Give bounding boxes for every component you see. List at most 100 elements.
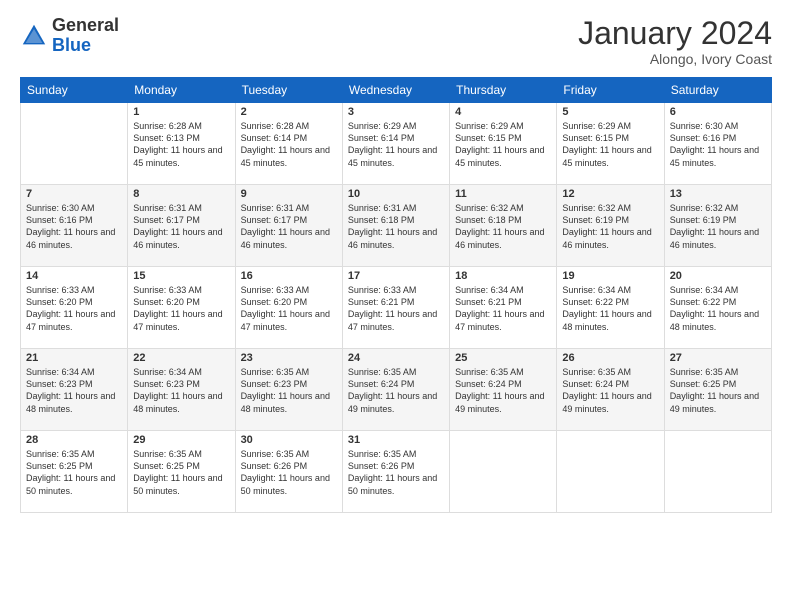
- calendar-week-1: 1 Sunrise: 6:28 AM Sunset: 6:13 PM Daylig…: [21, 103, 772, 185]
- cell-info: Sunrise: 6:34 AM Sunset: 6:22 PM Dayligh…: [670, 284, 766, 333]
- cell-info: Sunrise: 6:34 AM Sunset: 6:23 PM Dayligh…: [133, 366, 229, 415]
- day-number: 24: [348, 352, 444, 364]
- calendar-cell: 1 Sunrise: 6:28 AM Sunset: 6:13 PM Daylig…: [128, 103, 235, 185]
- calendar-cell: 14 Sunrise: 6:33 AM Sunset: 6:20 PM Dayli…: [21, 267, 128, 349]
- day-number: 28: [26, 434, 122, 446]
- day-number: 18: [455, 270, 551, 282]
- page-container: General Blue January 2024 Alongo, Ivory …: [0, 0, 792, 523]
- cell-info: Sunrise: 6:33 AM Sunset: 6:20 PM Dayligh…: [26, 284, 122, 333]
- day-number: 22: [133, 352, 229, 364]
- cell-info: Sunrise: 6:32 AM Sunset: 6:19 PM Dayligh…: [562, 202, 658, 251]
- calendar-cell: 7 Sunrise: 6:30 AM Sunset: 6:16 PM Daylig…: [21, 185, 128, 267]
- calendar-week-2: 7 Sunrise: 6:30 AM Sunset: 6:16 PM Daylig…: [21, 185, 772, 267]
- cell-info: Sunrise: 6:28 AM Sunset: 6:13 PM Dayligh…: [133, 120, 229, 169]
- cell-info: Sunrise: 6:33 AM Sunset: 6:21 PM Dayligh…: [348, 284, 444, 333]
- calendar-cell: 12 Sunrise: 6:32 AM Sunset: 6:19 PM Dayli…: [557, 185, 664, 267]
- cell-info: Sunrise: 6:35 AM Sunset: 6:25 PM Dayligh…: [670, 366, 766, 415]
- calendar-cell: 31 Sunrise: 6:35 AM Sunset: 6:26 PM Dayli…: [342, 431, 449, 513]
- calendar-cell: 29Sunrise: 6:35 AM Sunset: 6:25 PM Dayli…: [128, 431, 235, 513]
- calendar-cell: 26Sunrise: 6:35 AM Sunset: 6:24 PM Dayli…: [557, 349, 664, 431]
- day-number: 4: [455, 106, 551, 118]
- day-number: 26: [562, 352, 658, 364]
- calendar-week-4: 21 Sunrise: 6:34 AM Sunset: 6:23 PM Dayli…: [21, 349, 772, 431]
- cell-info: Sunrise: 6:32 AM Sunset: 6:18 PM Dayligh…: [455, 202, 551, 251]
- calendar-cell: 11 Sunrise: 6:32 AM Sunset: 6:18 PM Dayli…: [450, 185, 557, 267]
- calendar-cell: [664, 431, 771, 513]
- calendar-cell: [557, 431, 664, 513]
- cell-info: Sunrise: 6:34 AM Sunset: 6:21 PM Dayligh…: [455, 284, 551, 333]
- calendar-cell: 4 Sunrise: 6:29 AM Sunset: 6:15 PM Daylig…: [450, 103, 557, 185]
- day-number: 13: [670, 188, 766, 200]
- month-title: January 2024: [578, 16, 772, 51]
- calendar-cell: 27 Sunrise: 6:35 AM Sunset: 6:25 PM Dayli…: [664, 349, 771, 431]
- day-number: 27: [670, 352, 766, 364]
- calendar-table: Sunday Monday Tuesday Wednesday Thursday…: [20, 77, 772, 513]
- calendar-cell: 25Sunrise: 6:35 AM Sunset: 6:24 PM Dayli…: [450, 349, 557, 431]
- cell-info: Sunrise: 6:33 AM Sunset: 6:20 PM Dayligh…: [133, 284, 229, 333]
- cell-info: Sunrise: 6:32 AM Sunset: 6:19 PM Dayligh…: [670, 202, 766, 251]
- cell-info: Sunrise: 6:35 AM Sunset: 6:26 PM Dayligh…: [348, 448, 444, 497]
- cell-info: Sunrise: 6:31 AM Sunset: 6:17 PM Dayligh…: [241, 202, 337, 251]
- cell-info: Sunrise: 6:29 AM Sunset: 6:15 PM Dayligh…: [455, 120, 551, 169]
- day-number: 8: [133, 188, 229, 200]
- day-number: 12: [562, 188, 658, 200]
- day-number: 1: [133, 106, 229, 118]
- calendar-cell: 17Sunrise: 6:33 AM Sunset: 6:21 PM Dayli…: [342, 267, 449, 349]
- calendar-cell: 22 Sunrise: 6:34 AM Sunset: 6:23 PM Dayli…: [128, 349, 235, 431]
- day-number: 2: [241, 106, 337, 118]
- logo-blue: Blue: [52, 35, 91, 55]
- day-number: 15: [133, 270, 229, 282]
- header: General Blue January 2024 Alongo, Ivory …: [20, 16, 772, 67]
- col-sunday: Sunday: [21, 78, 128, 103]
- calendar-cell: 21 Sunrise: 6:34 AM Sunset: 6:23 PM Dayli…: [21, 349, 128, 431]
- col-friday: Friday: [557, 78, 664, 103]
- calendar-cell: 5Sunrise: 6:29 AM Sunset: 6:15 PM Daylig…: [557, 103, 664, 185]
- day-number: 20: [670, 270, 766, 282]
- cell-info: Sunrise: 6:31 AM Sunset: 6:18 PM Dayligh…: [348, 202, 444, 251]
- calendar-cell: 3Sunrise: 6:29 AM Sunset: 6:14 PM Daylig…: [342, 103, 449, 185]
- calendar-cell: 28 Sunrise: 6:35 AM Sunset: 6:25 PM Dayli…: [21, 431, 128, 513]
- logo-text: General Blue: [52, 16, 119, 56]
- day-number: 16: [241, 270, 337, 282]
- day-number: 14: [26, 270, 122, 282]
- col-thursday: Thursday: [450, 78, 557, 103]
- day-number: 31: [348, 434, 444, 446]
- cell-info: Sunrise: 6:33 AM Sunset: 6:20 PM Dayligh…: [241, 284, 337, 333]
- cell-info: Sunrise: 6:30 AM Sunset: 6:16 PM Dayligh…: [26, 202, 122, 251]
- day-number: 19: [562, 270, 658, 282]
- calendar-cell: [21, 103, 128, 185]
- cell-info: Sunrise: 6:29 AM Sunset: 6:14 PM Dayligh…: [348, 120, 444, 169]
- day-number: 23: [241, 352, 337, 364]
- calendar-week-3: 14 Sunrise: 6:33 AM Sunset: 6:20 PM Dayli…: [21, 267, 772, 349]
- cell-info: Sunrise: 6:28 AM Sunset: 6:14 PM Dayligh…: [241, 120, 337, 169]
- calendar-cell: 6Sunrise: 6:30 AM Sunset: 6:16 PM Daylig…: [664, 103, 771, 185]
- cell-info: Sunrise: 6:35 AM Sunset: 6:24 PM Dayligh…: [348, 366, 444, 415]
- logo-general: General: [52, 15, 119, 35]
- col-wednesday: Wednesday: [342, 78, 449, 103]
- calendar-cell: 8Sunrise: 6:31 AM Sunset: 6:17 PM Daylig…: [128, 185, 235, 267]
- day-number: 7: [26, 188, 122, 200]
- calendar-cell: 19Sunrise: 6:34 AM Sunset: 6:22 PM Dayli…: [557, 267, 664, 349]
- logo: General Blue: [20, 16, 119, 56]
- calendar-week-5: 28 Sunrise: 6:35 AM Sunset: 6:25 PM Dayli…: [21, 431, 772, 513]
- cell-info: Sunrise: 6:35 AM Sunset: 6:24 PM Dayligh…: [455, 366, 551, 415]
- location: Alongo, Ivory Coast: [578, 51, 772, 67]
- cell-info: Sunrise: 6:30 AM Sunset: 6:16 PM Dayligh…: [670, 120, 766, 169]
- calendar-cell: 13 Sunrise: 6:32 AM Sunset: 6:19 PM Dayli…: [664, 185, 771, 267]
- col-monday: Monday: [128, 78, 235, 103]
- calendar-cell: [450, 431, 557, 513]
- cell-info: Sunrise: 6:35 AM Sunset: 6:23 PM Dayligh…: [241, 366, 337, 415]
- cell-info: Sunrise: 6:35 AM Sunset: 6:25 PM Dayligh…: [133, 448, 229, 497]
- day-number: 10: [348, 188, 444, 200]
- calendar-cell: 18 Sunrise: 6:34 AM Sunset: 6:21 PM Dayli…: [450, 267, 557, 349]
- calendar-cell: 23 Sunrise: 6:35 AM Sunset: 6:23 PM Dayli…: [235, 349, 342, 431]
- cell-info: Sunrise: 6:34 AM Sunset: 6:23 PM Dayligh…: [26, 366, 122, 415]
- cell-info: Sunrise: 6:35 AM Sunset: 6:25 PM Dayligh…: [26, 448, 122, 497]
- title-section: January 2024 Alongo, Ivory Coast: [578, 16, 772, 67]
- calendar-cell: 2 Sunrise: 6:28 AM Sunset: 6:14 PM Daylig…: [235, 103, 342, 185]
- calendar-cell: 24 Sunrise: 6:35 AM Sunset: 6:24 PM Dayli…: [342, 349, 449, 431]
- calendar-cell: 15 Sunrise: 6:33 AM Sunset: 6:20 PM Dayli…: [128, 267, 235, 349]
- day-number: 11: [455, 188, 551, 200]
- day-number: 21: [26, 352, 122, 364]
- calendar-cell: 9Sunrise: 6:31 AM Sunset: 6:17 PM Daylig…: [235, 185, 342, 267]
